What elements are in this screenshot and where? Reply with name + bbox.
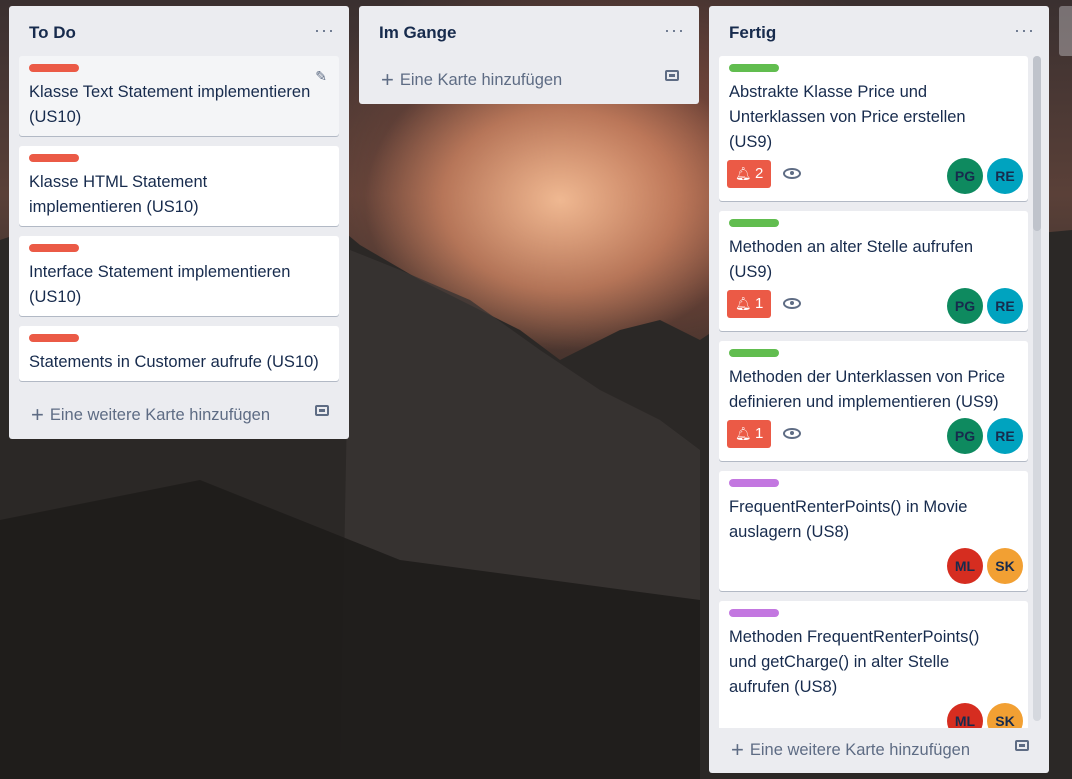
card[interactable]: FrequentRenterPoints() in Movie auslager…: [719, 471, 1028, 591]
avatar[interactable]: ML: [947, 703, 983, 728]
list-menu-icon[interactable]: ···: [314, 20, 335, 41]
edit-pencil-icon[interactable]: ✎: [315, 68, 327, 85]
card-label-purple: [729, 609, 779, 617]
avatar[interactable]: PG: [947, 288, 983, 324]
card[interactable]: Klasse HTML Statement implementieren (US…: [19, 146, 339, 226]
card[interactable]: Interface Statement implementieren (US10…: [19, 236, 339, 316]
card-label-green: [729, 64, 779, 72]
card-title: FrequentRenterPoints() in Movie auslager…: [729, 498, 968, 541]
watch-eye-icon: [783, 298, 801, 309]
watch-eye-icon: [783, 428, 801, 439]
avatar[interactable]: SK: [987, 703, 1023, 728]
plus-icon: +: [381, 67, 394, 92]
avatar[interactable]: RE: [987, 418, 1023, 454]
add-card-button[interactable]: + Eine Karte hinzufügen: [381, 65, 563, 92]
avatar[interactable]: SK: [987, 548, 1023, 584]
notification-badge: 🔔︎ 1: [727, 290, 771, 318]
card[interactable]: Abstrakte Klasse Price und Unterklassen …: [719, 56, 1028, 201]
card[interactable]: Methoden der Unterklassen von Price defi…: [719, 341, 1028, 461]
list-in-progress: Im Gange ··· + Eine Karte hinzufügen: [359, 6, 699, 104]
avatar[interactable]: PG: [947, 158, 983, 194]
card-container: Abstrakte Klasse Price und Unterklassen …: [709, 6, 1049, 728]
notification-count: 1: [755, 425, 764, 442]
card-title: Methoden an alter Stelle aufrufen (US9): [729, 238, 973, 281]
avatar[interactable]: ML: [947, 548, 983, 584]
notification-count: 2: [755, 165, 764, 182]
avatar[interactable]: PG: [947, 418, 983, 454]
avatar[interactable]: RE: [987, 158, 1023, 194]
card[interactable]: Statements in Customer aufrufe (US10): [19, 326, 339, 381]
add-card-label: Eine weitere Karte hinzufügen: [49, 406, 270, 424]
card-title: Methoden der Unterklassen von Price defi…: [729, 368, 1006, 411]
plus-icon: +: [31, 402, 44, 427]
watch-eye-icon: [783, 168, 801, 179]
list-menu-icon[interactable]: ···: [664, 20, 685, 41]
add-card-button[interactable]: + Eine weitere Karte hinzufügen: [31, 400, 270, 427]
list-todo: To Do ··· Klasse Text Statement implemen…: [9, 6, 349, 439]
list-partial-next[interactable]: [1059, 6, 1072, 56]
avatar[interactable]: RE: [987, 288, 1023, 324]
card-title: Interface Statement implementieren (US10…: [29, 263, 291, 306]
bell-icon: 🔔︎: [735, 426, 752, 441]
card-template-icon[interactable]: [315, 405, 329, 416]
card-template-icon[interactable]: [1015, 740, 1029, 751]
card-title: Abstrakte Klasse Price und Unterklassen …: [729, 83, 966, 151]
notification-badge: 🔔︎ 1: [727, 420, 771, 448]
add-card-label: Eine Karte hinzufügen: [399, 71, 563, 89]
add-card-label: Eine weitere Karte hinzufügen: [749, 741, 970, 759]
card-template-icon[interactable]: [665, 70, 679, 81]
card-label-red: [29, 334, 79, 342]
plus-icon: +: [731, 737, 744, 762]
notification-badge: 🔔︎ 2: [727, 160, 771, 188]
card-title: Klasse Text Statement implementieren (US…: [29, 83, 311, 126]
card[interactable]: Methoden an alter Stelle aufrufen (US9) …: [719, 211, 1028, 331]
card-label-green: [729, 349, 779, 357]
list-title[interactable]: Im Gange: [379, 23, 456, 43]
list-title[interactable]: To Do: [29, 23, 76, 43]
add-card-button[interactable]: + Eine weitere Karte hinzufügen: [731, 735, 970, 762]
card[interactable]: Klasse Text Statement implementieren (US…: [19, 56, 339, 136]
card-label-red: [29, 244, 79, 252]
card-label-green: [729, 219, 779, 227]
card[interactable]: Methoden FrequentRenterPoints() und getC…: [719, 601, 1028, 728]
card-title: Statements in Customer aufrufe (US10): [29, 353, 319, 371]
card-label-purple: [729, 479, 779, 487]
bell-icon: 🔔︎: [735, 166, 752, 181]
card-title: Methoden FrequentRenterPoints() und getC…: [729, 628, 980, 696]
card-label-red: [29, 154, 79, 162]
card-label-red: [29, 64, 79, 72]
list-done: Fertig ··· Abstrakte Klasse Price und Un…: [709, 6, 1049, 773]
notification-count: 1: [755, 295, 764, 312]
card-title: Klasse HTML Statement implementieren (US…: [29, 173, 208, 216]
bell-icon: 🔔︎: [735, 296, 752, 311]
